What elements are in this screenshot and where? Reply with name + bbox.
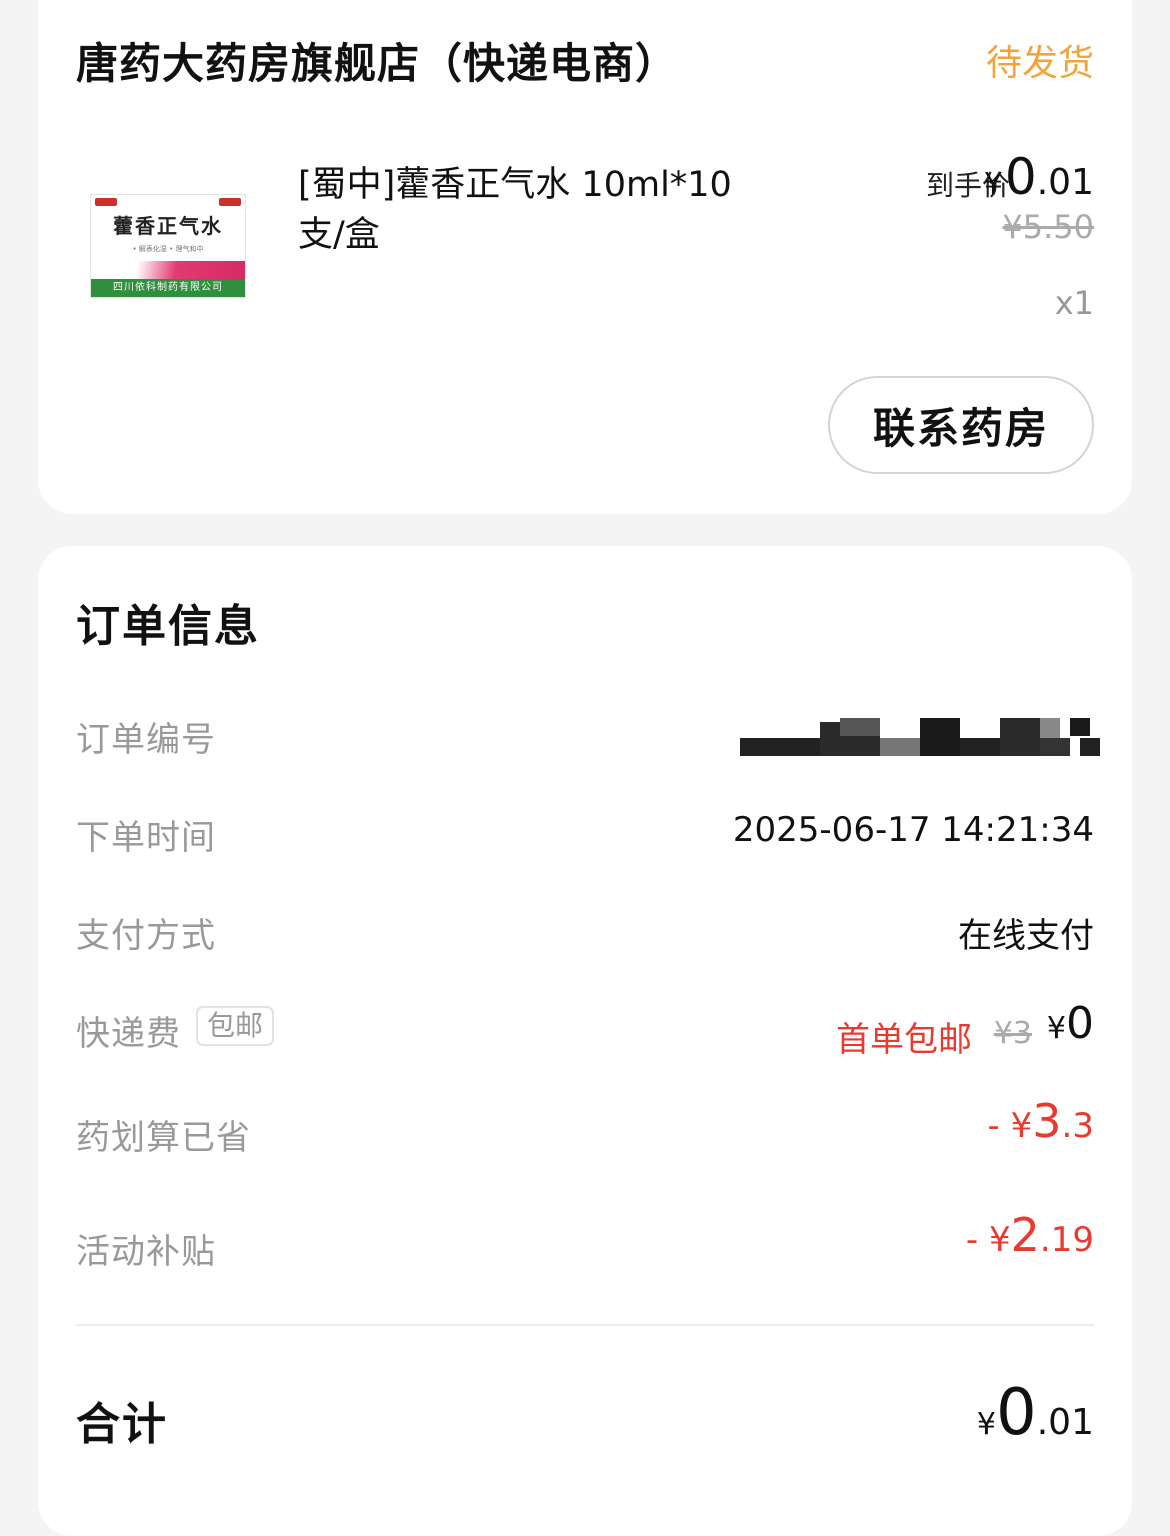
quantity: x1 <box>1054 284 1094 322</box>
shipping-original-price: ¥3 <box>993 1016 1032 1051</box>
original-price: ¥5.50 <box>1002 208 1094 246</box>
subsidy-integer: 2 <box>1010 1208 1040 1262</box>
thumb-manufacturer: 四川依科制药有限公司 <box>91 279 245 297</box>
order-info-title: 订单信息 <box>76 601 260 652</box>
currency-symbol: ¥ <box>983 167 1003 202</box>
currency-symbol: ¥ <box>976 1407 997 1442</box>
shipping-final-value: 0 <box>1066 998 1094 1049</box>
payment-method-label: 支付方式 <box>76 916 216 956</box>
contact-pharmacy-button[interactable]: 联系药房 <box>828 376 1094 474</box>
order-time-value: 2025-06-17 14:21:34 <box>732 810 1094 850</box>
first-order-free-shipping: 首单包邮 <box>836 1020 972 1060</box>
subsidy-sign: - ¥ <box>965 1220 1011 1260</box>
order-number-masked <box>740 718 1100 760</box>
price-decimal: .01 <box>1036 162 1094 203</box>
total-integer: 0 <box>996 1376 1037 1450</box>
section-divider <box>76 1324 1094 1326</box>
total-label: 合计 <box>76 1399 168 1450</box>
thumb-logo-strip <box>91 195 245 209</box>
payment-method-value: 在线支付 <box>958 916 1094 956</box>
product-name[interactable]: [蜀中]藿香正气水 10ml*10支/盒 <box>298 160 768 260</box>
subsidy-decimal: .19 <box>1039 1220 1094 1260</box>
free-shipping-tag: 包邮 <box>196 1006 275 1046</box>
product-image[interactable]: 藿香正气水 • 解表化湿 • 理气和中 四川依科制药有限公司 <box>90 194 246 298</box>
saved-sign: - ¥ <box>987 1106 1033 1146</box>
shipping-fee-label: 快递费 <box>76 1014 181 1054</box>
thumb-bullets: • 解表化湿 • 理气和中 <box>132 245 204 253</box>
price-integer: 0 <box>1004 148 1037 206</box>
store-name[interactable]: 唐药大药房旗舰店（快递电商） <box>76 30 678 91</box>
thumb-product-title: 藿香正气水 <box>113 214 223 238</box>
order-info-card: 订单信息 订单编号 下单时间 2025-06-17 14:21:34 支付方式 … <box>38 546 1132 1536</box>
shipping-final-price: ¥0 <box>1047 998 1094 1049</box>
total-decimal: .01 <box>1036 1402 1094 1443</box>
final-price: ¥0.01 <box>984 148 1094 206</box>
subsidy-label: 活动补贴 <box>76 1232 216 1272</box>
saved-amount: - ¥3.3 <box>988 1094 1094 1148</box>
store-order-card: 唐药大药房旗舰店（快递电商） 待发货 藿香正气水 • 解表化湿 • 理气和中 四… <box>38 0 1132 514</box>
total-amount: ¥0.01 <box>977 1376 1094 1450</box>
saved-integer: 3 <box>1032 1094 1062 1148</box>
thumb-pink-band <box>91 261 245 279</box>
saved-decimal: .3 <box>1061 1106 1094 1146</box>
saved-label: 药划算已省 <box>76 1118 251 1158</box>
currency-symbol: ¥ <box>1046 1011 1066 1046</box>
subsidy-amount: - ¥2.19 <box>966 1208 1094 1262</box>
order-time-label: 下单时间 <box>76 818 216 858</box>
order-number-label: 订单编号 <box>76 720 216 760</box>
order-status-badge: 待发货 <box>985 43 1094 84</box>
